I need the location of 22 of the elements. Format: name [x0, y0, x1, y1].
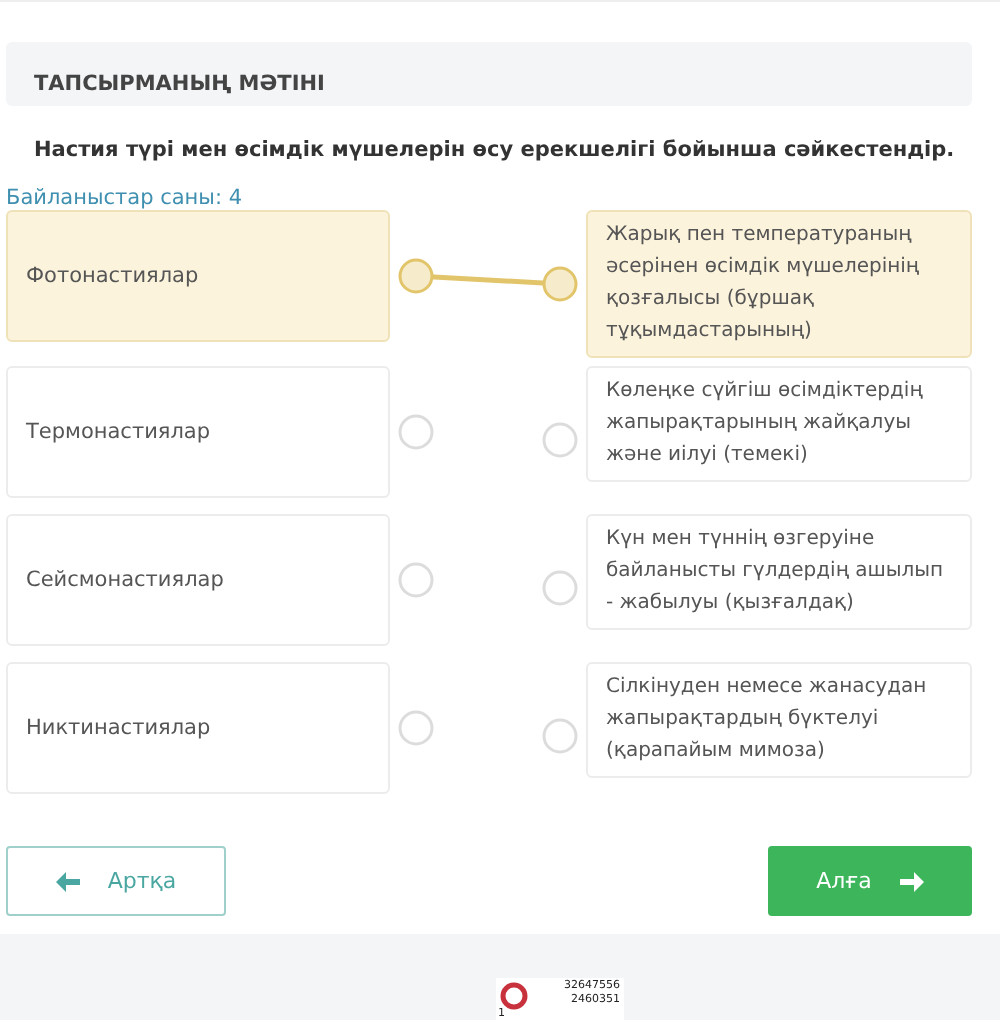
- connector-dot[interactable]: [542, 266, 578, 302]
- arrow-right-icon: [899, 871, 924, 891]
- match-item[interactable]: Никтинастиялар: [6, 662, 390, 794]
- match-item[interactable]: Күн мен түннің өзгеруіне байланысты гүлдердің ашылып - жабылуы (қызғалдақ): [586, 514, 972, 630]
- connector-dot[interactable]: [542, 718, 578, 754]
- connector-dot[interactable]: [398, 414, 434, 450]
- ring-icon: [500, 982, 528, 1010]
- match-item[interactable]: Көлеңке сүйгіш өсімдіктердің жапырақтарының жайқалуы және иілуі (темекі): [586, 366, 972, 482]
- section-title: ТАПСЫРМАНЫҢ МӘТІНІ: [34, 72, 325, 96]
- arrow-left-icon: [55, 871, 80, 891]
- connector-dot[interactable]: [398, 562, 434, 598]
- match-item[interactable]: Жарық пен температураның әсерінен өсімдік мүшелерінің қозғалысы (бұршақ тұқымдастарының): [586, 210, 972, 358]
- connector-dot[interactable]: [398, 710, 434, 746]
- match-item[interactable]: Сілкінуден немесе жанасудан жапырақтардың бүктелуі (қарапайым мимоза): [586, 662, 972, 778]
- question-text: Настия түрі мен өсімдік мүшелерін өсу ерекшелігі бойынша сәйкестендір.: [34, 138, 957, 162]
- connector-dot[interactable]: [542, 570, 578, 606]
- match-item[interactable]: Термонастиялар: [6, 366, 390, 498]
- connector-dot[interactable]: [398, 258, 434, 294]
- connector-dot[interactable]: [542, 422, 578, 458]
- match-item[interactable]: Сейсмонастиялар: [6, 514, 390, 646]
- match-item[interactable]: Фотонастиялар: [6, 210, 390, 342]
- connections-count: Байланыстар саны: 4: [6, 186, 245, 210]
